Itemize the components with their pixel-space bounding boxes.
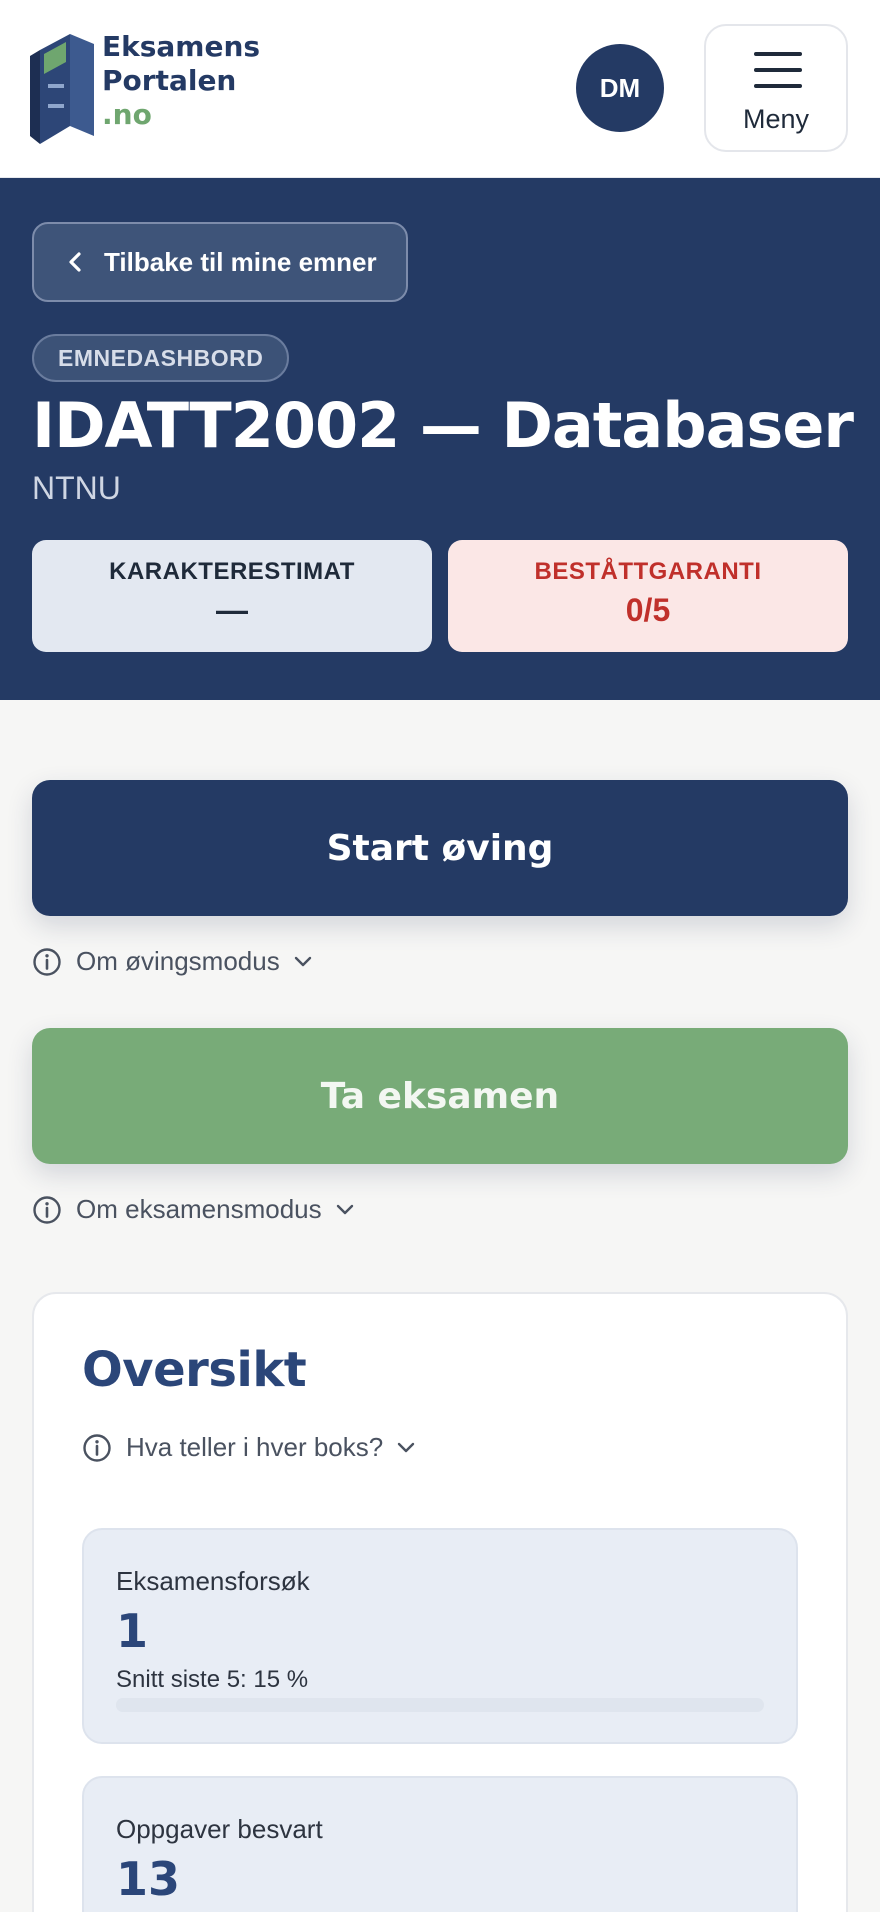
pass-guarantee-label: BESTÅTTGARANTI (534, 558, 762, 585)
logo-book-icon (30, 34, 94, 144)
course-title: IDATT2002 — Databaser (32, 389, 854, 462)
overview-info-toggle[interactable]: Hva teller i hver boks? (82, 1432, 415, 1463)
overview-info-label: Hva teller i hver boks? (126, 1432, 384, 1462)
exam-attempts-metric: Eksamensforsøk 1 Snitt siste 5: 15 % (82, 1528, 798, 1744)
metric-label: Oppgaver besvart (116, 1814, 323, 1844)
logo-line-2: Portalen (102, 64, 237, 97)
menu-label: Meny (742, 104, 810, 134)
info-icon (82, 1433, 112, 1463)
metric-value: 1 (116, 1604, 149, 1658)
back-label: Tilbake til mine emner (104, 246, 377, 277)
exam-mode-info-toggle[interactable]: Om eksamensmodus (32, 1194, 354, 1225)
metric-value: 13 (116, 1852, 181, 1906)
practice-mode-info-toggle[interactable]: Om øvingsmodus (32, 946, 312, 977)
site-logo[interactable]: Eksamens Portalen .no (30, 30, 260, 146)
menu-icon (754, 52, 802, 88)
pass-guarantee-value: 0/5 (625, 592, 671, 628)
course-school: NTNU (32, 470, 121, 506)
tasks-answered-metric: Oppgaver besvart 13 (82, 1776, 798, 1912)
chevron-down-icon (397, 1442, 415, 1454)
exam-mode-info-label: Om eksamensmodus (76, 1194, 322, 1224)
user-avatar[interactable]: DM (576, 44, 664, 132)
logo-tld: .no (102, 98, 152, 131)
back-to-courses-button[interactable]: Tilbake til mine emner (32, 222, 408, 302)
metric-label: Eksamensforsøk (116, 1566, 310, 1596)
info-icon (32, 1195, 62, 1225)
take-exam-button[interactable]: Ta eksamen (32, 1028, 848, 1164)
pass-guarantee-card: BESTÅTTGARANTI 0/5 (448, 540, 848, 652)
metric-subtext: Snitt siste 5: 15 % (116, 1666, 309, 1693)
top-bar: Eksamens Portalen .no DM Meny (0, 0, 880, 178)
overview-card: Oversikt Hva teller i hver boks? Eksamen… (32, 1292, 848, 1912)
logo-wordmark: Eksamens Portalen .no (102, 30, 260, 132)
info-icon (32, 947, 62, 977)
chevron-down-icon (294, 956, 312, 968)
chevron-left-icon (68, 251, 82, 273)
grade-estimate-card: KARAKTERESTIMAT — (32, 540, 432, 652)
course-hero: Tilbake til mine emner EMNEDASHBORD IDAT… (0, 178, 880, 700)
logo-line-1: Eksamens (102, 30, 261, 63)
overview-title: Oversikt (82, 1342, 307, 1398)
menu-button[interactable]: Meny (704, 24, 848, 152)
practice-mode-info-label: Om øvingsmodus (76, 946, 280, 976)
average-progress-bar (116, 1698, 764, 1712)
chevron-down-icon (336, 1204, 354, 1216)
start-practice-button[interactable]: Start øving (32, 780, 848, 916)
grade-estimate-label: KARAKTERESTIMAT (109, 558, 355, 585)
grade-estimate-value: — (216, 592, 248, 628)
dashboard-chip: EMNEDASHBORD (32, 334, 290, 382)
average-progress-fill (116, 1698, 214, 1712)
